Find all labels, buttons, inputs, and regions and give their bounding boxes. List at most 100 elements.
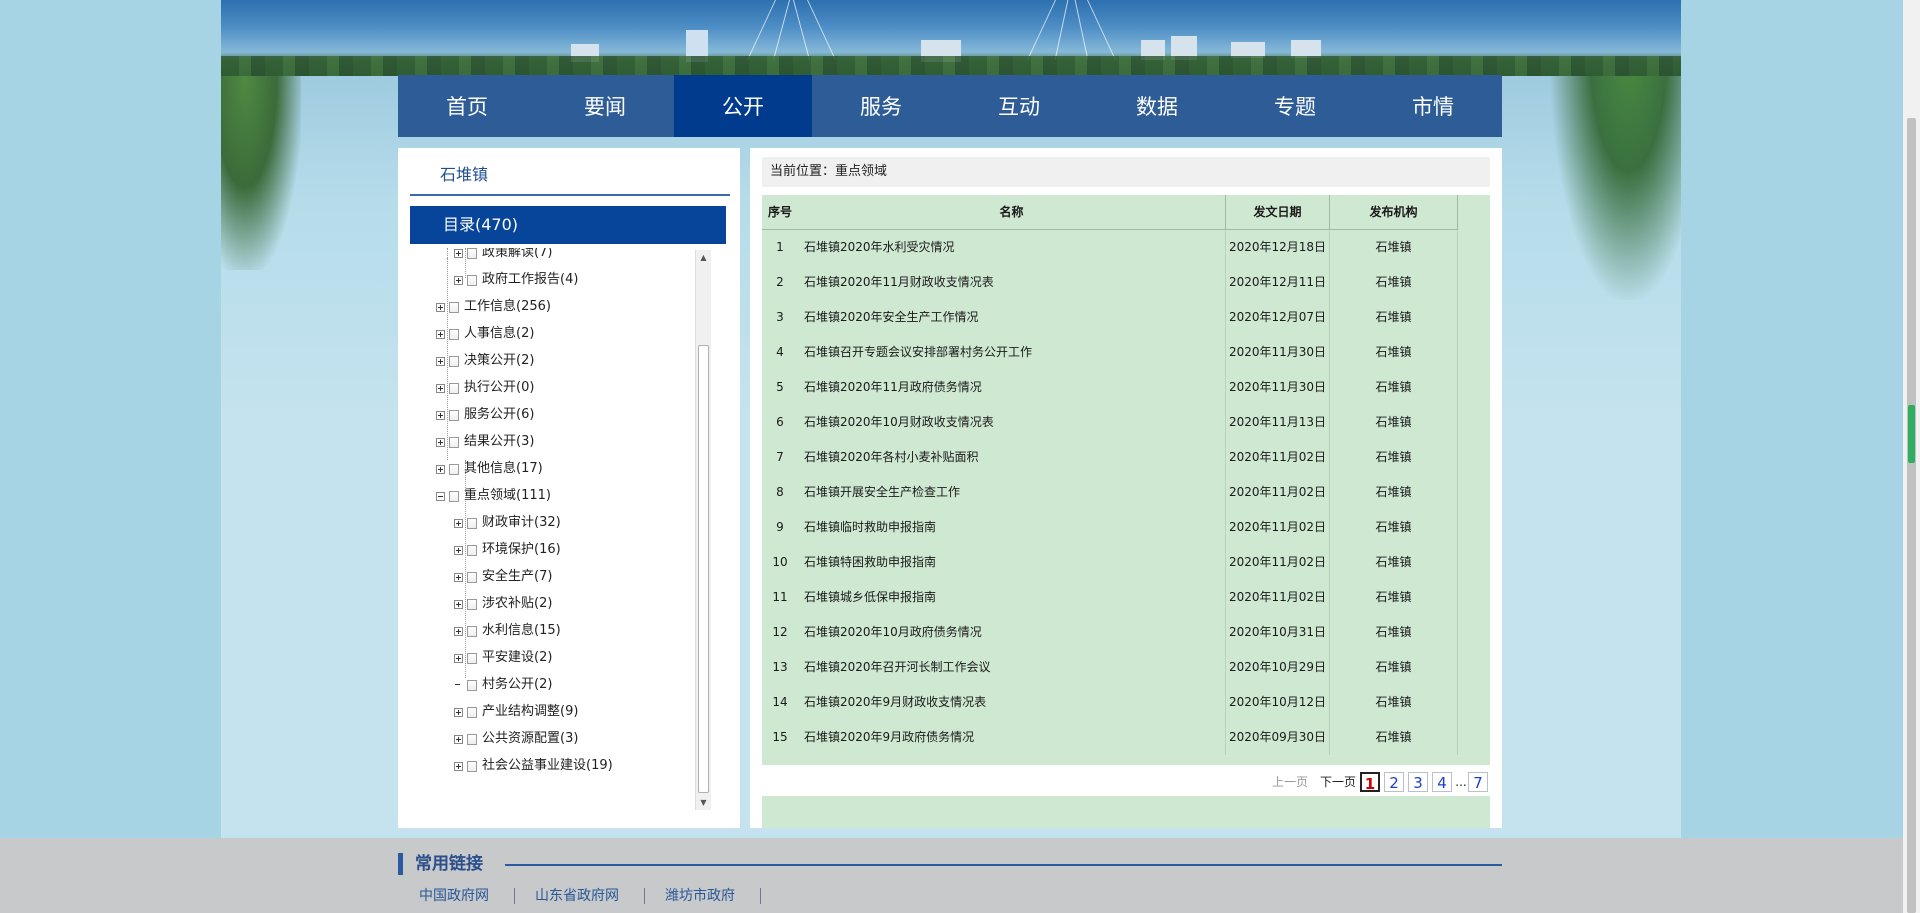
- page-last-button[interactable]: 7: [1468, 772, 1488, 792]
- tree-node[interactable]: 财政审计(32): [454, 512, 561, 534]
- expand-icon[interactable]: [454, 275, 463, 285]
- row-title-link[interactable]: 石堆镇2020年各村小麦补贴面积: [798, 440, 1226, 475]
- expand-icon[interactable]: [436, 383, 445, 393]
- folder-icon: [467, 760, 477, 772]
- nav-data[interactable]: 数据: [1088, 75, 1226, 137]
- footer: 常用链接 中国政府网 山东省政府网 潍坊市政府: [0, 838, 1920, 913]
- nav-interaction[interactable]: 互动: [950, 75, 1088, 137]
- collapse-icon[interactable]: [436, 491, 445, 501]
- row-title-link[interactable]: 石堆镇2020年10月政府债务情况: [798, 615, 1226, 650]
- tree-node[interactable]: 产业结构调整(9): [454, 701, 578, 723]
- row-title-link[interactable]: 石堆镇2020年水利受灾情况: [798, 230, 1226, 265]
- tree-scroll-thumb[interactable]: [698, 345, 709, 793]
- nav-topics[interactable]: 专题: [1226, 75, 1364, 137]
- prev-page-link[interactable]: 上一页: [1270, 772, 1310, 792]
- row-idx: 13: [772, 660, 788, 674]
- row-org: 石堆镇: [1330, 545, 1458, 580]
- row-date: 2020年10月12日: [1226, 685, 1330, 720]
- page-scrollbar[interactable]: [1903, 0, 1920, 913]
- tree-node[interactable]: 决策公开(2): [436, 350, 534, 372]
- row-title-link[interactable]: 石堆镇2020年9月财政收支情况表: [798, 685, 1226, 720]
- expand-icon[interactable]: [454, 599, 463, 609]
- header-name: 名称: [798, 195, 1226, 230]
- tree-node[interactable]: 水利信息(15): [454, 620, 561, 642]
- tree-node[interactable]: 政府工作报告(4): [454, 269, 578, 291]
- link-gov-cn[interactable]: 中国政府网: [419, 886, 489, 906]
- tree-node[interactable]: 平安建设(2): [454, 647, 552, 669]
- town-title[interactable]: 石堆镇: [410, 160, 730, 196]
- page-3-button[interactable]: 3: [1408, 772, 1428, 792]
- tree-node-label: 社会公益事业建设(19): [482, 758, 613, 773]
- nav-news[interactable]: 要闻: [536, 75, 674, 137]
- tree-node[interactable]: 重点领域(111): [436, 485, 551, 507]
- table-row: 5 石堆镇2020年11月政府债务情况 2020年11月30日 石堆镇: [762, 370, 1490, 405]
- tree-node[interactable]: 其他信息(17): [436, 458, 543, 480]
- folder-icon: [467, 274, 477, 286]
- nav-public[interactable]: 公开: [674, 75, 812, 137]
- expand-icon[interactable]: [454, 761, 463, 771]
- table-row: 3 石堆镇2020年安全生产工作情况 2020年12月07日 石堆镇: [762, 300, 1490, 335]
- row-org: 石堆镇: [1330, 440, 1458, 475]
- expand-icon[interactable]: [454, 545, 463, 555]
- row-date: 2020年11月02日: [1226, 475, 1330, 510]
- expand-icon[interactable]: [454, 707, 463, 717]
- row-date: 2020年11月02日: [1226, 510, 1330, 545]
- expand-icon[interactable]: [436, 410, 445, 420]
- row-title-link[interactable]: 石堆镇2020年安全生产工作情况: [798, 300, 1226, 335]
- tree-node[interactable]: 环境保护(16): [454, 539, 561, 561]
- tree-node[interactable]: 安全生产(7): [454, 566, 552, 588]
- tree-node[interactable]: 村务公开(2): [454, 674, 552, 696]
- link-shandong[interactable]: 山东省政府网: [535, 886, 619, 906]
- tree-node-label: 服务公开(6): [464, 407, 535, 422]
- expand-icon[interactable]: [454, 248, 463, 258]
- tree-scrollbar[interactable]: ▲ ▼: [695, 250, 711, 810]
- pager-ellipsis: ...: [1455, 775, 1467, 789]
- page-scroll-thumb[interactable]: [1907, 118, 1916, 913]
- row-title-link[interactable]: 石堆镇城乡低保申报指南: [798, 580, 1226, 615]
- scroll-up-arrow-icon[interactable]: ▲: [696, 250, 711, 265]
- tree-node[interactable]: 人事信息(2): [436, 323, 534, 345]
- row-title-link[interactable]: 石堆镇2020年10月财政收支情况表: [798, 405, 1226, 440]
- link-weifang[interactable]: 潍坊市政府: [665, 886, 735, 906]
- nav-home[interactable]: 首页: [398, 75, 536, 137]
- link-separator: [644, 888, 645, 904]
- tree-node[interactable]: 涉农补贴(2): [454, 593, 552, 615]
- catalog-header[interactable]: 目录(470): [410, 206, 726, 244]
- scroll-down-arrow-icon[interactable]: ▼: [696, 795, 711, 810]
- expand-icon[interactable]: [454, 518, 463, 528]
- expand-icon[interactable]: [436, 464, 445, 474]
- expand-icon[interactable]: [436, 329, 445, 339]
- tree-node[interactable]: 服务公开(6): [436, 404, 534, 426]
- table-row: 2 石堆镇2020年11月财政收支情况表 2020年12月11日 石堆镇: [762, 265, 1490, 300]
- page-2-button[interactable]: 2: [1384, 772, 1404, 792]
- folder-icon: [449, 409, 459, 421]
- page-1-button[interactable]: 1: [1360, 772, 1380, 793]
- tree-node[interactable]: 执行公开(0): [436, 377, 534, 399]
- row-title-link[interactable]: 石堆镇开展安全生产检查工作: [798, 475, 1226, 510]
- tree-node[interactable]: 工作信息(256): [436, 296, 551, 318]
- tree-node[interactable]: 公共资源配置(3): [454, 728, 578, 750]
- row-title-link[interactable]: 石堆镇2020年11月政府债务情况: [798, 370, 1226, 405]
- row-title-link[interactable]: 石堆镇特困救助申报指南: [798, 545, 1226, 580]
- row-title-link[interactable]: 石堆镇2020年召开河长制工作会议: [798, 650, 1226, 685]
- row-title-link[interactable]: 石堆镇2020年11月财政收支情况表: [798, 265, 1226, 300]
- expand-icon[interactable]: [436, 302, 445, 312]
- page-4-button[interactable]: 4: [1432, 772, 1452, 792]
- row-title-link[interactable]: 石堆镇2020年9月政府债务情况: [798, 720, 1226, 755]
- nav-service[interactable]: 服务: [812, 75, 950, 137]
- row-title-link[interactable]: 石堆镇召开专题会议安排部署村务公开工作: [798, 335, 1226, 370]
- row-title-link[interactable]: 石堆镇临时救助申报指南: [798, 510, 1226, 545]
- expand-icon[interactable]: [454, 572, 463, 582]
- expand-icon[interactable]: [436, 437, 445, 447]
- expand-icon[interactable]: [454, 626, 463, 636]
- next-page-link[interactable]: 下一页: [1318, 772, 1358, 792]
- expand-icon[interactable]: [436, 356, 445, 366]
- expand-icon[interactable]: [454, 653, 463, 663]
- nav-market[interactable]: 市情: [1364, 75, 1502, 137]
- tree-node[interactable]: 结果公开(3): [436, 431, 534, 453]
- row-idx: 10: [772, 555, 788, 569]
- tree-node[interactable]: 政策解读(7): [454, 248, 552, 264]
- expand-icon[interactable]: [454, 734, 463, 744]
- tree-node[interactable]: 社会公益事业建设(19): [454, 755, 613, 777]
- folder-icon: [467, 679, 477, 691]
